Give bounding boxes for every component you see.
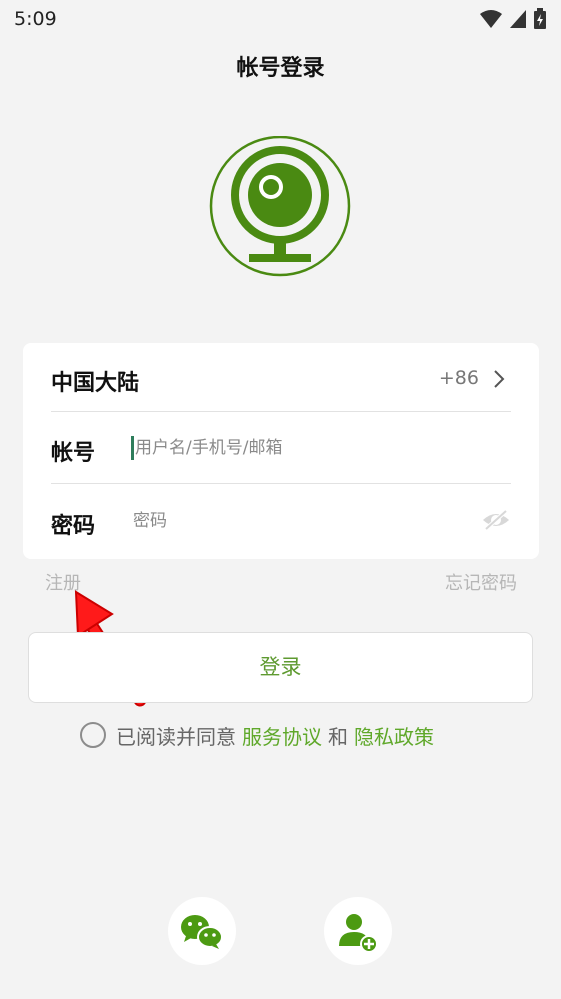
add-user-icon <box>324 914 392 969</box>
privacy-policy-link[interactable]: 隐私政策 <box>354 721 434 750</box>
text-cursor <box>131 436 134 460</box>
account-label: 帐号 <box>51 441 96 466</box>
account-input[interactable] <box>131 432 475 464</box>
forgot-password-link[interactable]: 忘记密码 <box>445 569 517 595</box>
service-agreement-link[interactable]: 服务协议 <box>242 721 322 750</box>
status-icons <box>479 8 547 34</box>
status-time: 5:09 <box>14 8 57 30</box>
wifi-icon <box>479 9 503 33</box>
chevron-right-icon <box>493 369 505 393</box>
webcam-logo-icon <box>194 135 366 292</box>
eye-hidden-icon[interactable] <box>481 508 511 536</box>
region-label: 中国大陆 <box>51 371 140 396</box>
signal-icon <box>509 9 527 33</box>
agreement-row: 已阅读并同意 服务协议 和 隐私政策 <box>80 718 440 752</box>
account-row: 帐号 <box>51 413 511 483</box>
password-input[interactable] <box>129 505 473 537</box>
login-card: 中国大陆 +86 帐号 密码 <box>23 343 539 559</box>
password-label: 密码 <box>51 514 96 539</box>
agree-checkbox[interactable] <box>80 722 106 748</box>
country-code: +86 <box>438 367 479 389</box>
login-button[interactable]: 登录 <box>28 632 533 703</box>
wechat-login-button[interactable] <box>168 897 236 965</box>
add-user-button[interactable] <box>324 897 392 965</box>
agreement-and: 和 <box>328 724 348 749</box>
status-bar: 5:09 <box>0 0 561 40</box>
region-row[interactable]: 中国大陆 +86 <box>51 343 511 413</box>
password-row: 密码 <box>51 486 511 556</box>
divider <box>51 483 511 484</box>
battery-icon <box>533 8 547 34</box>
page-title: 帐号登录 <box>236 56 325 81</box>
divider <box>51 411 511 412</box>
agreement-prefix: 已阅读并同意 <box>116 724 236 749</box>
wechat-icon <box>168 915 236 969</box>
